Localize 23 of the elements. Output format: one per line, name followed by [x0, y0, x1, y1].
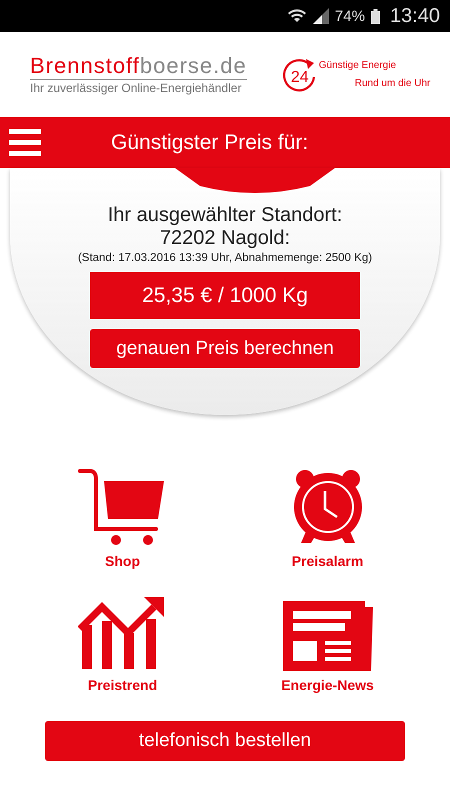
badge-slogan: Günstige Energie	[318, 60, 398, 71]
battery-icon	[370, 8, 380, 24]
logo-wordmark: Brennstoffboerse.de	[30, 54, 247, 80]
clock-time: 13:40	[390, 4, 440, 28]
banner-title: Günstigster Preis für:	[111, 130, 308, 154]
order-by-phone-button[interactable]: telefonisch bestellen	[45, 721, 405, 761]
signal-icon	[312, 8, 329, 24]
price-display: 25,35 € / 1000 Kg	[90, 272, 360, 319]
badge-slogan: Rund um die Uhr	[354, 78, 430, 89]
battery-percent: 74%	[334, 8, 365, 24]
circular-arrow-icon	[280, 56, 317, 92]
menu-label[interactable]: Preistrend	[88, 677, 158, 693]
menu-label[interactable]: Preisalarm	[292, 553, 364, 569]
menu-label[interactable]: Energie-News	[281, 677, 374, 693]
menu-label[interactable]: Shop	[105, 553, 140, 569]
wifi-icon	[286, 8, 307, 24]
calculate-button[interactable]: genauen Preis berechnen	[90, 329, 360, 368]
location-label: Ihr ausgewählter Standort:	[108, 204, 342, 227]
location-text: 72202 Nagold:	[160, 227, 290, 250]
newspaper-icon[interactable]	[282, 601, 372, 671]
badge-number: 24	[290, 68, 309, 86]
logo-tagline: Ihr zuverlässiger Online-Energiehändler	[30, 80, 242, 95]
price-note: (Stand: 17.03.2016 13:39 Uhr, Abnahmemenge: 2500 Kg)	[78, 252, 372, 264]
